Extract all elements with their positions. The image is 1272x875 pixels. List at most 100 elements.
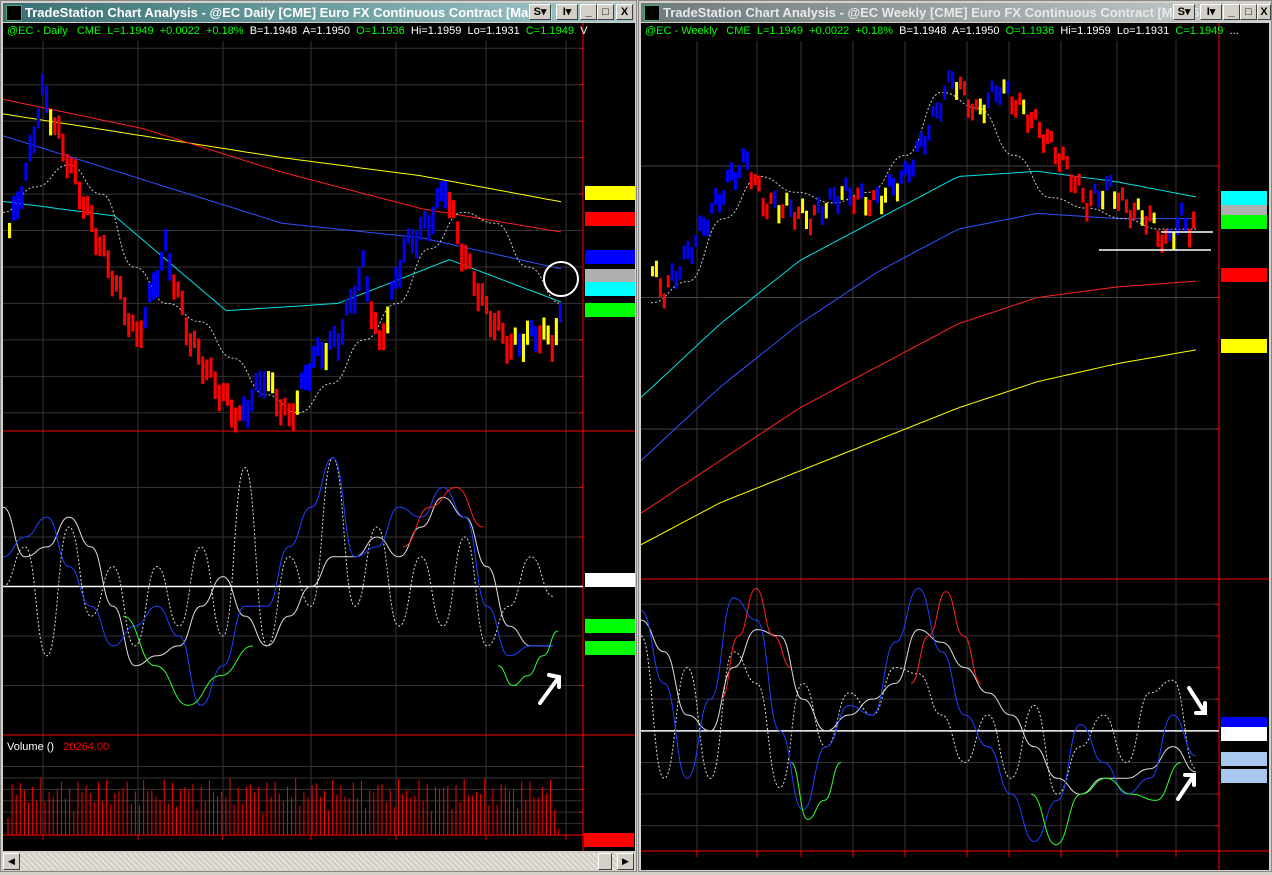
daily-price-bar xyxy=(530,320,534,337)
daily-price-bar xyxy=(45,85,49,114)
daily-price-bar xyxy=(497,310,501,331)
weekly-price-bar xyxy=(749,172,753,190)
weekly-price-bar xyxy=(864,197,868,216)
style-menu-button[interactable]: S▾ xyxy=(529,4,551,20)
daily-chart-area[interactable]: @EC - Daily CME L=1.1949 +0.0022 +0.18% … xyxy=(2,23,637,851)
weekly-price-bar xyxy=(990,80,994,92)
volume-value: 20264.00 xyxy=(63,741,110,753)
low-price: Lo=1.1931 xyxy=(467,25,520,37)
daily-price-bar xyxy=(102,234,106,257)
scroll-left-button[interactable]: ◀ xyxy=(3,853,20,870)
insert-menu-button[interactable]: I▾ xyxy=(1200,4,1222,20)
weekly-price-bar xyxy=(903,161,907,175)
weekly-price-bar xyxy=(1172,232,1176,250)
scroll-right-button[interactable]: ▶ xyxy=(617,853,634,870)
style-menu-button[interactable]: S▾ xyxy=(1173,4,1195,20)
minimize-button[interactable]: _ xyxy=(1223,4,1240,20)
daily-price-bar xyxy=(151,272,155,300)
weekly-price-bar xyxy=(816,196,820,213)
daily-price-bar xyxy=(402,237,406,263)
daily-price-bar xyxy=(57,115,61,139)
daily-price-bar xyxy=(521,333,525,362)
daily-price-bar xyxy=(460,243,464,272)
daily-price-bar xyxy=(176,281,180,298)
horizontal-scrollbar[interactable]: ◀ ▶ xyxy=(3,853,634,870)
close-button[interactable]: X xyxy=(1257,4,1271,20)
daily-price-bar xyxy=(484,295,488,315)
weekly-price-bar xyxy=(1002,79,1006,94)
scroll-thumb[interactable] xyxy=(598,853,612,870)
oscillator-red-segment xyxy=(720,587,792,700)
weekly-price-bar xyxy=(927,124,931,141)
weekly-price-bar xyxy=(1073,176,1077,194)
weekly-price-bar xyxy=(718,193,722,213)
exchange-label: CME xyxy=(76,25,102,37)
daily-price-bar xyxy=(435,188,439,209)
weekly-price-bar xyxy=(809,218,812,236)
daily-price-bar xyxy=(542,317,546,340)
daily-price-bar xyxy=(279,399,283,426)
daily-price-bar xyxy=(410,228,414,254)
weekly-price-bar xyxy=(899,170,903,184)
daily-price-bar xyxy=(369,301,373,330)
weekly-chart-area[interactable]: @EC - Weekly CME L=1.1949 +0.0022 +0.18%… xyxy=(640,23,1269,870)
up-arrow-annotation xyxy=(1176,773,1196,801)
daily-price-bar xyxy=(546,325,550,345)
weekly-price-bar xyxy=(757,175,761,192)
daily-price-bar xyxy=(139,320,143,348)
weekly-price-bar xyxy=(789,199,793,217)
weekly-price-bar xyxy=(923,136,927,155)
weekly-price-bar xyxy=(963,81,966,96)
daily-chart-window: TradeStation Chart Analysis - @EC Daily … xyxy=(0,0,637,872)
weekly-price-bar xyxy=(812,204,816,216)
weekly-price-bar xyxy=(698,215,702,231)
bid-price: B=1.1948 xyxy=(249,25,298,37)
minimize-button[interactable]: _ xyxy=(580,4,597,20)
daily-price-bar xyxy=(197,338,201,365)
daily-price-bar xyxy=(94,228,98,256)
weekly-window-title: TradeStation Chart Analysis - @EC Weekly… xyxy=(663,5,1204,20)
symbol-label: @EC - Daily xyxy=(7,25,68,37)
weekly-price-bar xyxy=(1077,173,1081,186)
weekly-price-bar xyxy=(1121,187,1124,201)
weekly-price-bar xyxy=(1081,187,1085,203)
daily-price-bar xyxy=(217,384,221,412)
daily-price-bar xyxy=(53,117,57,135)
maximize-button[interactable]: □ xyxy=(597,4,614,20)
insert-menu-button[interactable]: I▾ xyxy=(556,4,578,20)
volume-header: Volume () 20264.00 xyxy=(7,741,109,753)
weekly-price-bar xyxy=(876,186,880,204)
maximize-button[interactable]: □ xyxy=(1240,4,1257,20)
oscillator-green-segment xyxy=(1030,761,1182,846)
oscillator-red-segment xyxy=(402,486,484,548)
price-label-box xyxy=(1221,215,1267,229)
daily-price-bar xyxy=(90,205,94,232)
weekly-price-bar xyxy=(805,210,808,230)
weekly-price-bar xyxy=(737,165,741,178)
weekly-price-bar xyxy=(1168,228,1172,242)
weekly-price-bar xyxy=(797,206,801,219)
weekly-price-bar xyxy=(951,71,955,90)
weekly-price-bar xyxy=(919,131,923,147)
weekly-price-bar xyxy=(1101,190,1105,210)
weekly-price-bar xyxy=(1109,174,1113,187)
weekly-price-bar xyxy=(714,187,718,205)
daily-price-bar xyxy=(328,330,332,351)
daily-price-bar xyxy=(493,313,497,341)
low-price: Lo=1.1931 xyxy=(1116,25,1170,37)
weekly-price-bar xyxy=(1128,210,1132,229)
oscillator-dashed-line xyxy=(640,635,1197,795)
weekly-price-bar xyxy=(785,192,789,206)
close-button[interactable]: X xyxy=(616,4,633,20)
daily-price-bar xyxy=(332,325,336,348)
daily-price-bar xyxy=(40,74,44,95)
weekly-price-bar xyxy=(820,206,824,225)
daily-price-bar xyxy=(49,109,53,136)
weekly-price-bar xyxy=(1180,202,1184,216)
price-label-box xyxy=(1221,268,1267,282)
daily-price-bar xyxy=(32,126,36,154)
up-arrow-annotation xyxy=(538,673,561,705)
weekly-price-bar xyxy=(1117,192,1120,211)
daily-price-bar xyxy=(291,403,295,432)
daily-price-bar xyxy=(517,333,521,357)
